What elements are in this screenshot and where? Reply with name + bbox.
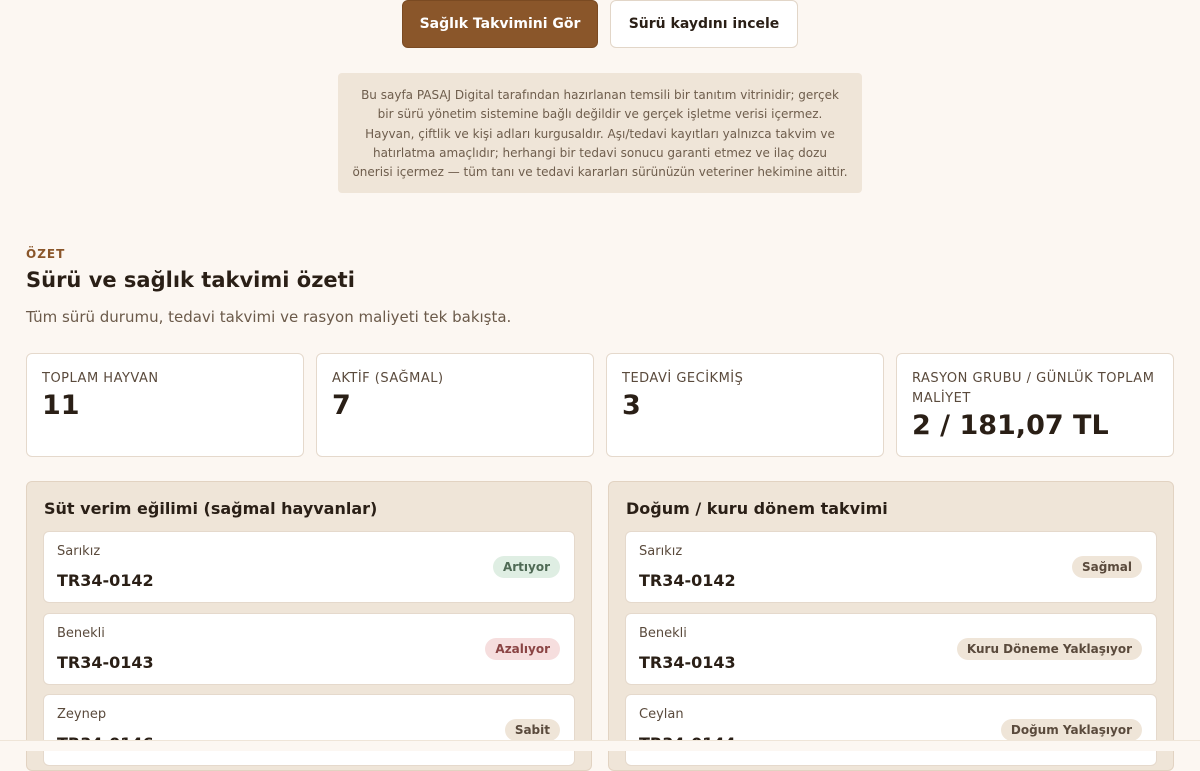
- list-item[interactable]: Benekli TR34-0143 Azalıyor: [43, 613, 575, 685]
- animal-name: Benekli: [57, 626, 105, 641]
- stat-value: 11: [42, 390, 80, 421]
- status-badge: Sağmal: [1071, 556, 1142, 578]
- stat-label: TOPLAM HAYVAN: [42, 371, 159, 386]
- stat-value: 3: [622, 390, 641, 421]
- cta-row: Sağlık Takvimini Gör Sürü kaydını incele: [0, 0, 1200, 50]
- list-item[interactable]: Ceylan TR34-0144 Doğum Yaklaşıyor: [625, 694, 1157, 766]
- animal-name: Sarıkız: [639, 544, 683, 559]
- ear-tag: TR34-0143: [57, 653, 154, 672]
- stat-card-active-milking: AKTİF (SAĞMAL) 7: [316, 353, 594, 457]
- view-health-calendar-button[interactable]: Sağlık Takvimini Gör: [402, 0, 598, 48]
- list-item[interactable]: Sarıkız TR34-0142 Sağmal: [625, 531, 1157, 603]
- stat-card-overdue-treatment: TEDAVİ GECİKMİŞ 3: [606, 353, 884, 457]
- list-item[interactable]: Zeynep TR34-0146 Sabit: [43, 694, 575, 766]
- stat-label: RASYON GRUBU / GÜNLÜK TOPLAM MALİYET: [912, 371, 1155, 406]
- animal-name: Sarıkız: [57, 544, 101, 559]
- animal-name: Benekli: [639, 626, 687, 641]
- panel-title: Doğum / kuru dönem takvimi: [626, 499, 888, 518]
- panel-title: Süt verim eğilimi (sağmal hayvanlar): [44, 499, 378, 518]
- section-subtitle: Tüm sürü durumu, tedavi takvimi ve rasyo…: [26, 308, 512, 326]
- ear-tag: TR34-0143: [639, 653, 736, 672]
- viewport-bottom-edge: [0, 740, 1200, 751]
- stat-label: AKTİF (SAĞMAL): [332, 371, 444, 386]
- stat-card-total-animals: TOPLAM HAYVAN 11: [26, 353, 304, 457]
- status-badge: Artıyor: [492, 556, 560, 578]
- milk-trend-panel: Süt verim eğilimi (sağmal hayvanlar) Sar…: [26, 481, 592, 771]
- animal-name: Zeynep: [57, 707, 107, 722]
- stat-label: TEDAVİ GECİKMİŞ: [622, 371, 744, 386]
- status-badge: Sabit: [504, 719, 560, 741]
- animal-name: Ceylan: [639, 707, 684, 722]
- stat-value: 2 / 181,07 TL: [912, 410, 1109, 441]
- status-badge: Doğum Yaklaşıyor: [1000, 719, 1142, 741]
- section-title: Sürü ve sağlık takvimi özeti: [26, 268, 355, 292]
- ear-tag: TR34-0142: [57, 571, 154, 590]
- list-item[interactable]: Sarıkız TR34-0142 Artıyor: [43, 531, 575, 603]
- stat-card-ration-cost: RASYON GRUBU / GÜNLÜK TOPLAM MALİYET 2 /…: [896, 353, 1174, 457]
- view-herd-records-button[interactable]: Sürü kaydını incele: [610, 0, 798, 48]
- status-badge: Azalıyor: [485, 638, 560, 660]
- calving-calendar-panel: Doğum / kuru dönem takvimi Sarıkız TR34-…: [608, 481, 1174, 771]
- list-item[interactable]: Benekli TR34-0143 Kuru Döneme Yaklaşıyor: [625, 613, 1157, 685]
- section-eyebrow: ÖZET: [26, 247, 66, 261]
- disclaimer-notice: Bu sayfa PASAJ Digital tarafından hazırl…: [338, 73, 862, 193]
- ear-tag: TR34-0142: [639, 571, 736, 590]
- stat-value: 7: [332, 390, 351, 421]
- status-badge: Kuru Döneme Yaklaşıyor: [956, 638, 1142, 660]
